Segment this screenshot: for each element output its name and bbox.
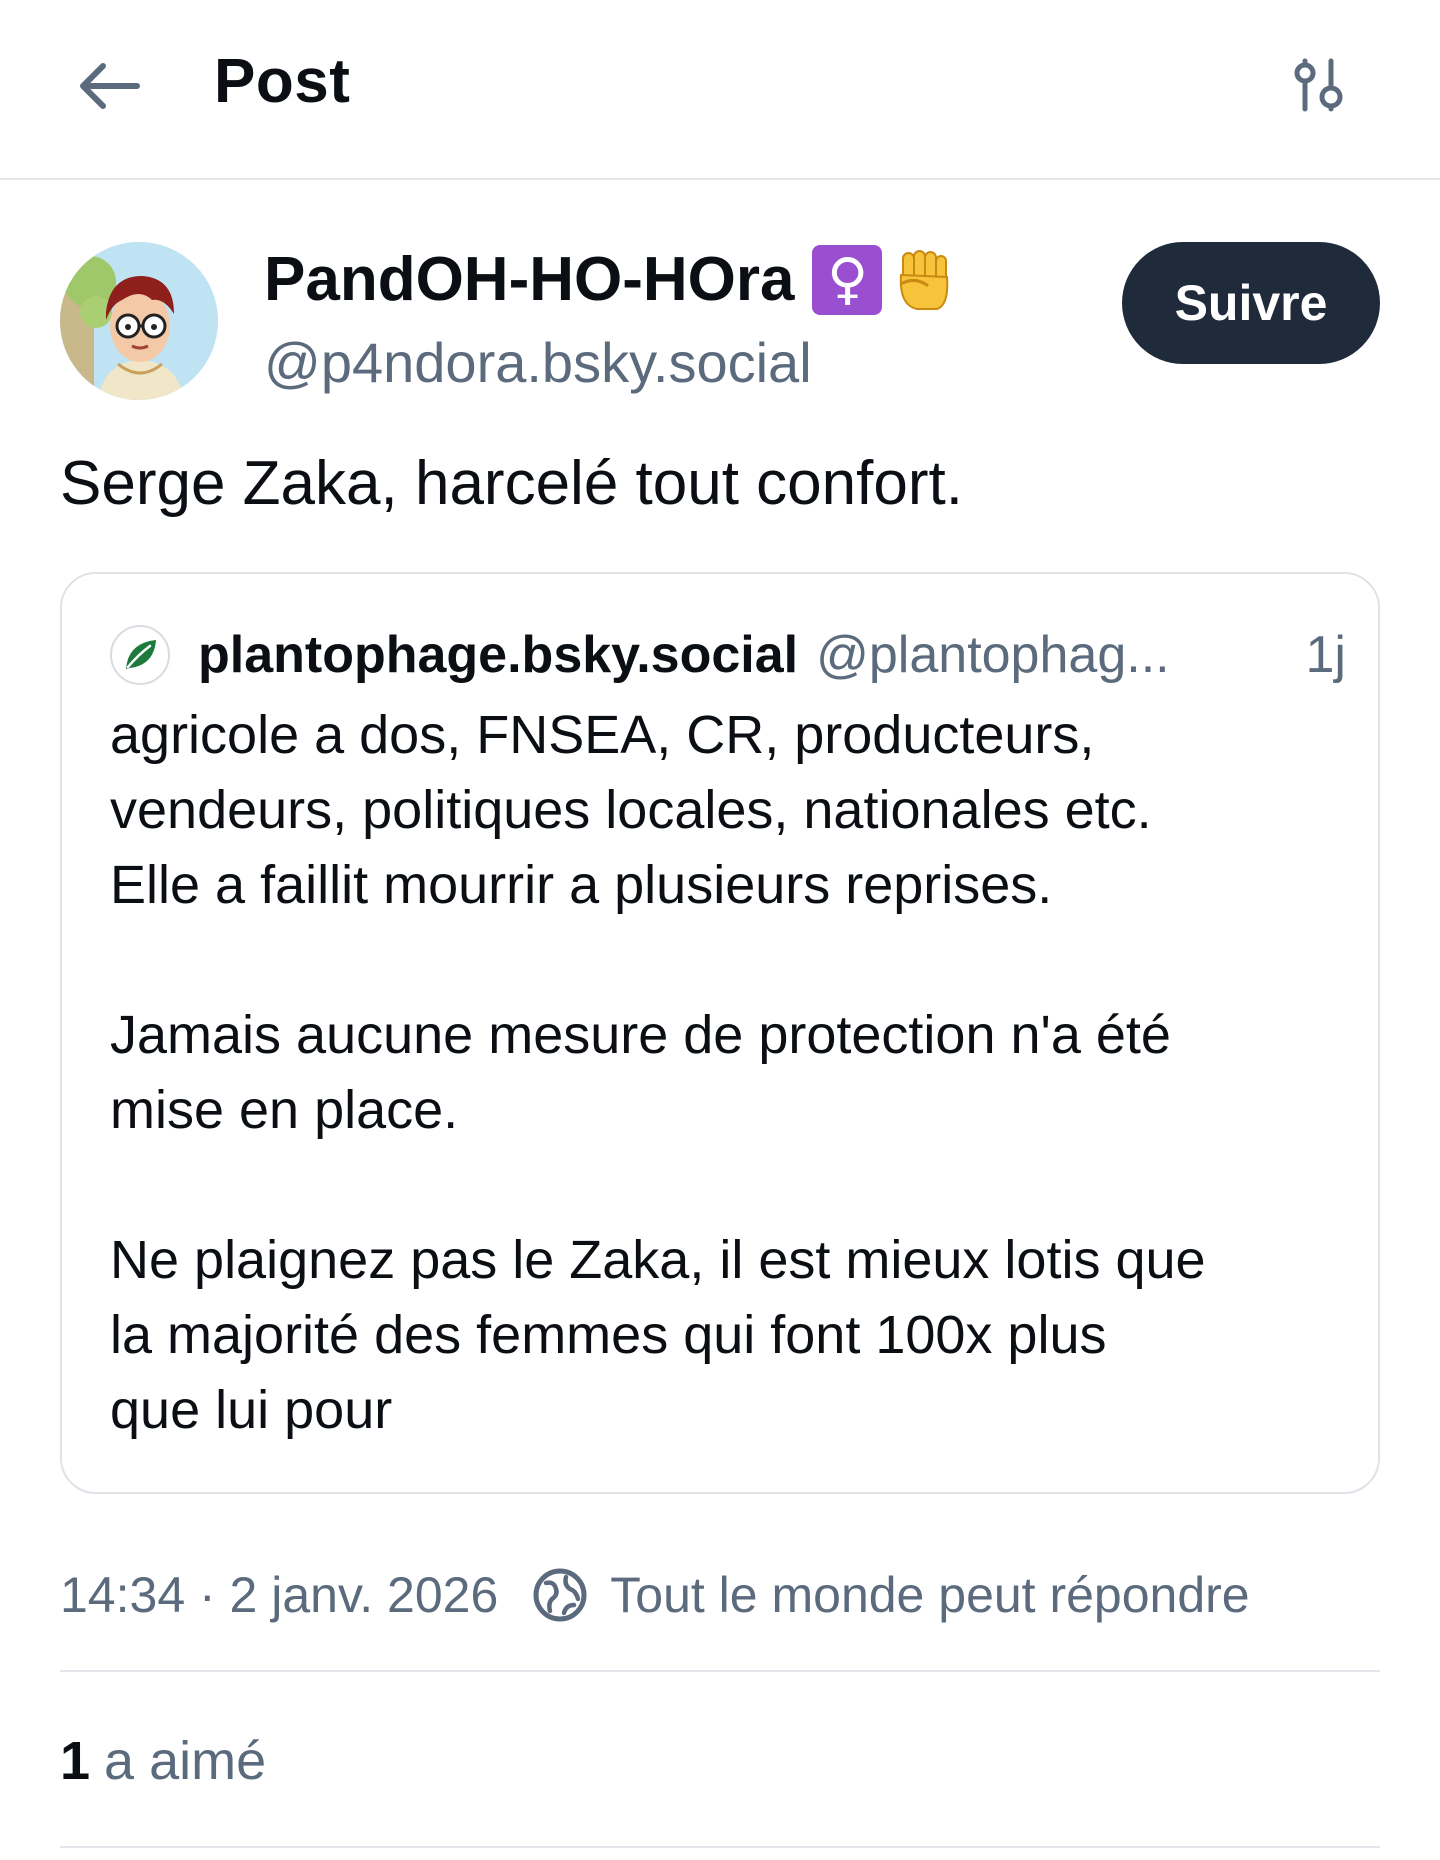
leaf-icon [126, 640, 156, 669]
back-button[interactable] [68, 50, 150, 122]
quoted-text-line: la majorité des femmes qui font 100x plu… [110, 1305, 1107, 1365]
quoted-text-line: mise en place. [110, 1080, 459, 1140]
divider [60, 1846, 1380, 1848]
reply-settings[interactable]: Tout le monde peut répondre [532, 1566, 1250, 1624]
quoted-post-card[interactable]: plantophage.bsky.social @plantophag... 1… [60, 572, 1380, 1494]
top-bar: Post [0, 0, 1440, 180]
quoted-text-line: que lui pour [110, 1380, 393, 1440]
author-badges: ♀ [812, 244, 956, 315]
quoted-text-blank-line [110, 1148, 1350, 1223]
likes-label: a aimé [104, 1731, 267, 1791]
quoted-author-avatar [110, 625, 170, 685]
arrow-left-icon [80, 63, 140, 109]
reply-settings-label: Tout le monde peut répondre [610, 1567, 1250, 1623]
globe-icon [533, 1568, 587, 1622]
author-avatar[interactable] [60, 242, 218, 400]
female-sign-icon: ♀ [812, 244, 883, 315]
likes-count: 1 [60, 1731, 91, 1791]
divider [60, 1670, 1380, 1672]
quoted-text-line: agricole a dos, FNSEA, CR, producteurs, [110, 705, 1095, 765]
quoted-text-line: Ne plaignez pas le Zaka, il est mieux lo… [110, 1230, 1206, 1290]
post-text: Serge Zaka, harcelé tout confort. [60, 449, 963, 518]
quoted-author-handle: @plantophag... [816, 626, 1170, 684]
quoted-post-text: agricole a dos, FNSEA, CR, producteurs, … [110, 698, 1350, 1448]
sliders-icon [1294, 58, 1343, 112]
author-display-name[interactable]: PandOH-HO-HOra ♀ [264, 244, 956, 315]
thread-options-button[interactable] [1286, 50, 1352, 120]
raised-fist-icon [890, 245, 956, 315]
quoted-text-blank-line [110, 923, 1350, 998]
quoted-text-line: Elle a faillit mourrir a plusieurs repri… [110, 855, 1053, 915]
post-timestamp: 14:34 · 2 janv. 2026 [60, 1567, 499, 1623]
quoted-post-time: 1j [1305, 626, 1346, 684]
follow-button[interactable]: Suivre [1122, 242, 1380, 364]
quoted-post-header: plantophage.bsky.social @plantophag... 1… [110, 620, 1346, 690]
author-name-text: PandOH-HO-HOra [264, 245, 795, 314]
quoted-text-line: vendeurs, politiques locales, nationales… [110, 780, 1152, 840]
quoted-author-name: plantophage.bsky.social [198, 626, 799, 684]
author-handle[interactable]: @p4ndora.bsky.social [264, 330, 812, 395]
quoted-text-line: Jamais aucune mesure de protection n'a é… [110, 1005, 1171, 1065]
page-title: Post [214, 47, 351, 116]
likes-summary[interactable]: 1a aimé [60, 1730, 266, 1792]
avatar-illustration [60, 242, 218, 400]
post-meta: 14:34 · 2 janv. 2026 Tout le monde peut … [60, 1560, 1250, 1630]
